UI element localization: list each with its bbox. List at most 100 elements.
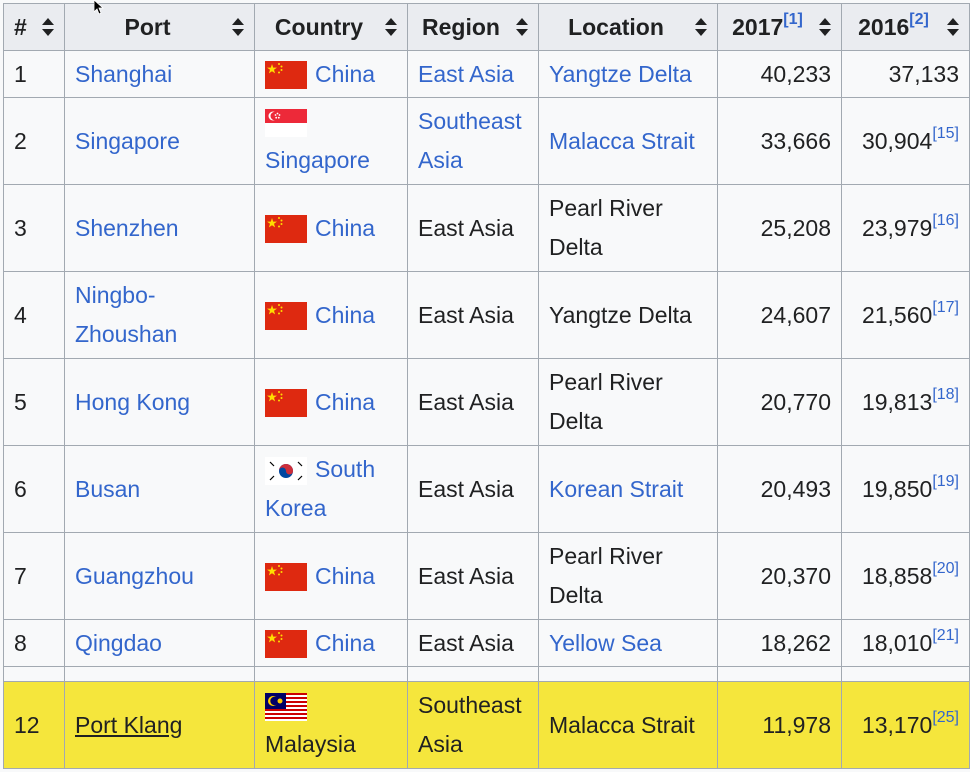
china-flag-icon <box>265 215 307 244</box>
country-link[interactable]: Malaysia <box>265 731 356 757</box>
location-link[interactable]: Korean Strait <box>549 476 683 502</box>
sort-icon[interactable] <box>695 18 707 36</box>
port-link[interactable]: Busan <box>75 476 140 502</box>
value-2016-cell: 19,813[18] <box>841 358 970 446</box>
rank-cell: 2 <box>3 97 65 185</box>
region-cell: East Asia <box>407 271 539 359</box>
region-cell: East Asia <box>407 619 539 667</box>
country-link[interactable]: Singapore <box>265 147 370 173</box>
port-link[interactable]: Qingdao <box>75 630 162 656</box>
china-flag-icon <box>265 389 307 418</box>
region-cell: Southeast Asia <box>407 681 539 769</box>
country-link[interactable]: China <box>315 389 375 415</box>
location-link[interactable]: Malacca Strait <box>549 128 695 154</box>
sort-icon[interactable] <box>232 18 244 36</box>
port-cell: Shenzhen <box>64 184 255 272</box>
sort-icon[interactable] <box>385 18 397 36</box>
location-link[interactable]: Yellow Sea <box>549 630 662 656</box>
value-2017-cell: 11,978 <box>717 681 842 769</box>
port-cell: Port Klang <box>64 681 255 769</box>
region-link[interactable]: Southeast Asia <box>418 108 522 173</box>
table-row: 1 Shanghai China East Asia Yangtze Delta 40,2… <box>3 50 970 98</box>
port-cell: Singapore <box>64 97 255 185</box>
sort-icon[interactable] <box>42 18 54 36</box>
value-2016: 37,133 <box>888 60 959 87</box>
header-region[interactable]: Region <box>407 3 539 51</box>
country-cell: China <box>254 271 408 359</box>
reference-link[interactable]: [15] <box>932 125 959 142</box>
value-2016-cell: 30,904[15] <box>841 97 970 185</box>
country-cell: China <box>254 532 408 620</box>
collapsed-cell <box>3 666 65 682</box>
port-link[interactable]: Shenzhen <box>75 215 179 241</box>
country-cell: China <box>254 184 408 272</box>
sort-icon[interactable] <box>947 18 959 36</box>
region-cell: Southeast Asia <box>407 97 539 185</box>
value-2017-cell: 24,607 <box>717 271 842 359</box>
rank-cell: 7 <box>3 532 65 620</box>
table-row: 6 Busan South Korea East Asia Korean Strait 2… <box>3 445 970 533</box>
region-cell: East Asia <box>407 184 539 272</box>
value-2016: 30,904 <box>861 127 933 154</box>
port-cell: Guangzhou <box>64 532 255 620</box>
value-2017-cell: 20,770 <box>717 358 842 446</box>
reference-link[interactable]: [16] <box>932 212 959 229</box>
port-link[interactable]: Guangzhou <box>75 563 194 589</box>
value-2016: 13,170 <box>861 711 933 738</box>
table-row-highlighted: 12 Port Klang Malaysia Southeast Asia Ma… <box>3 681 970 769</box>
header-rank[interactable]: # <box>3 3 65 51</box>
port-link[interactable]: Singapore <box>75 128 180 154</box>
value-2016-cell: 19,850[19] <box>841 445 970 533</box>
region-cell: East Asia <box>407 445 539 533</box>
sort-icon[interactable] <box>516 18 528 36</box>
reference-link[interactable]: [19] <box>932 473 959 490</box>
china-flag-icon <box>265 302 307 331</box>
location-cell: Yangtze Delta <box>538 50 718 98</box>
collapsed-cell <box>407 666 539 682</box>
reference-link[interactable]: [1] <box>783 11 803 28</box>
country-link[interactable]: China <box>315 61 375 87</box>
header-label: Port <box>124 13 171 40</box>
region-link[interactable]: East Asia <box>418 61 514 87</box>
country-link[interactable]: China <box>315 563 375 589</box>
port-link[interactable]: Ningbo-Zhoushan <box>75 282 177 347</box>
reference-link[interactable]: [2] <box>909 11 929 28</box>
country-cell: South Korea <box>254 445 408 533</box>
port-link[interactable]: Port Klang <box>75 712 182 738</box>
value-2017-cell: 25,208 <box>717 184 842 272</box>
header-2016[interactable]: 2016[2] <box>841 3 970 51</box>
header-country[interactable]: Country <box>254 3 408 51</box>
port-link[interactable]: Hong Kong <box>75 389 190 415</box>
header-location[interactable]: Location <box>538 3 718 51</box>
collapsed-rows-divider <box>3 666 970 682</box>
port-link[interactable]: Shanghai <box>75 61 172 87</box>
reference-link[interactable]: [20] <box>932 560 959 577</box>
country-link[interactable]: China <box>315 215 375 241</box>
sort-icon[interactable] <box>819 18 831 36</box>
value-2016-cell: 18,010[21] <box>841 619 970 667</box>
location-cell: Malacca Strait <box>538 681 718 769</box>
port-cell: Shanghai <box>64 50 255 98</box>
reference-link[interactable]: [21] <box>932 627 959 644</box>
reference-link[interactable]: [17] <box>932 299 959 316</box>
port-cell: Busan <box>64 445 255 533</box>
header-port[interactable]: Port <box>64 3 255 51</box>
rank-cell: 12 <box>3 681 65 769</box>
header-2017[interactable]: 2017[1] <box>717 3 842 51</box>
header-label: 2016 <box>858 13 910 40</box>
container-ports-table: # Port Country Region Location 2017[1] 2… <box>3 3 970 769</box>
location-link[interactable]: Yangtze Delta <box>549 61 692 87</box>
reference-link[interactable]: [25] <box>932 709 959 726</box>
value-2016: 21,560 <box>861 301 933 328</box>
country-link[interactable]: China <box>315 630 375 656</box>
rank-cell: 6 <box>3 445 65 533</box>
region-cell: East Asia <box>407 532 539 620</box>
value-2017-cell: 40,233 <box>717 50 842 98</box>
country-cell: Malaysia <box>254 681 408 769</box>
rank-cell: 8 <box>3 619 65 667</box>
china-flag-icon <box>265 61 307 90</box>
port-cell: Hong Kong <box>64 358 255 446</box>
mouse-cursor-icon <box>94 0 104 14</box>
country-link[interactable]: China <box>315 302 375 328</box>
reference-link[interactable]: [18] <box>932 386 959 403</box>
